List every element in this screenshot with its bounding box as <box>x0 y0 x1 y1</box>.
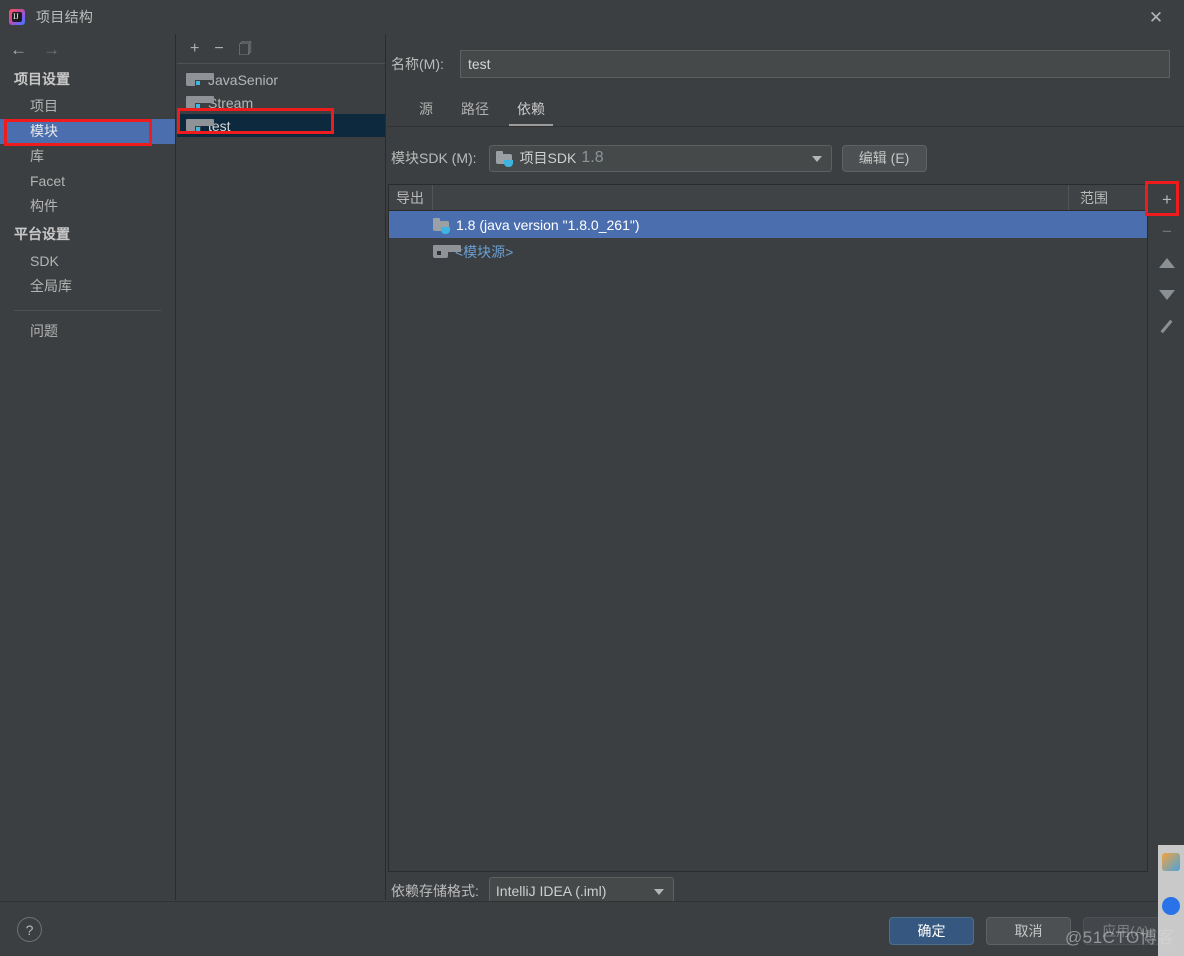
dependencies-toolbar: + − <box>1150 184 1184 872</box>
column-header-export[interactable]: 导出 <box>389 185 433 210</box>
sidebar-group-platform-settings: 平台设置 <box>14 226 70 242</box>
plus-icon[interactable]: + <box>1153 187 1181 211</box>
copy-icon[interactable]: 🗍 <box>239 42 252 55</box>
app-shortcut-icon[interactable] <box>1162 853 1180 871</box>
sidebar-divider <box>14 310 161 311</box>
modules-panel: + − 🗍 JavaSenior Stream test <box>177 34 386 900</box>
app-shortcut-icon[interactable] <box>1162 897 1180 915</box>
list-item[interactable]: Stream <box>177 91 385 114</box>
list-item-label: Stream <box>208 94 254 111</box>
sidebar-item-facets[interactable]: Facet <box>0 169 175 194</box>
table-row-label: 1.8 (java version "1.8.0_261") <box>456 216 640 233</box>
table-row[interactable]: <模块源> <box>389 238 1147 265</box>
window-title: 项目结构 <box>36 9 94 25</box>
arrow-up-icon[interactable] <box>1153 251 1181 275</box>
chevron-down-icon <box>811 156 822 162</box>
sidebar-group-project-settings: 项目设置 <box>14 71 70 87</box>
table-header: 导出 范围 <box>389 185 1147 211</box>
edit-sdk-button[interactable]: 编辑 (E) <box>841 144 927 172</box>
module-sdk-label: 模块SDK (M): <box>391 150 477 166</box>
sidebar-item-problems[interactable]: 问题 <box>0 319 175 344</box>
settings-sidebar: ← → 项目设置 项目 模块 库 Facet 构件 平台设置 SDK 全局库 问… <box>0 34 176 900</box>
sidebar-item-modules[interactable]: 模块 <box>0 119 175 144</box>
arrow-down-icon[interactable] <box>1153 283 1181 307</box>
dependencies-table: 导出 范围 1.8 (java version "1.8.0_261") <模块… <box>388 184 1148 872</box>
tab-dependencies[interactable]: 依赖 <box>503 99 559 126</box>
module-name-label: 名称(M): <box>391 56 444 72</box>
sidebar-nav: ← → <box>0 34 175 64</box>
dialog-footer: ? 确定 取消 应用(A) <box>0 901 1184 956</box>
close-icon[interactable]: ✕ <box>1144 6 1168 28</box>
modules-toolbar: + − 🗍 <box>177 34 385 64</box>
module-source-icon <box>433 245 461 258</box>
sidebar-item-sdks[interactable]: SDK <box>0 249 175 274</box>
arrow-left-icon[interactable]: ← <box>10 41 27 58</box>
table-row[interactable]: 1.8 (java version "1.8.0_261") <box>389 211 1147 238</box>
list-item-selected[interactable]: test <box>177 114 385 137</box>
chevron-down-icon <box>653 888 664 895</box>
arrow-right-icon[interactable]: → <box>43 41 60 58</box>
module-sdk-dropdown[interactable]: 项目SDK 1.8 <box>488 144 832 172</box>
tab-paths[interactable]: 路径 <box>447 99 503 126</box>
tab-sources[interactable]: 源 <box>405 99 447 126</box>
storage-format-dropdown[interactable]: IntelliJ IDEA (.iml) <box>488 877 674 904</box>
storage-format-value: IntelliJ IDEA (.iml) <box>495 882 607 899</box>
cancel-button[interactable]: 取消 <box>986 917 1071 945</box>
table-row-label: <模块源> <box>455 243 514 260</box>
question-mark-icon[interactable]: ? <box>17 917 42 942</box>
column-header-scope[interactable]: 范围 <box>1069 185 1147 210</box>
list-item[interactable]: JavaSenior <box>177 68 385 91</box>
sidebar-item-global-libraries[interactable]: 全局库 <box>0 274 175 299</box>
column-header-name <box>433 185 1069 210</box>
module-sdk-row: 模块SDK (M): 项目SDK 1.8 编辑 (E) <box>387 143 1184 173</box>
ok-button[interactable]: 确定 <box>889 917 974 945</box>
module-folder-icon <box>186 119 214 132</box>
list-item-label: JavaSenior <box>208 71 279 88</box>
minus-icon[interactable]: − <box>1153 219 1181 243</box>
sdk-folder-icon <box>495 151 513 167</box>
module-folder-icon <box>186 73 214 86</box>
module-name-input[interactable] <box>460 50 1170 78</box>
plus-icon[interactable]: + <box>190 40 199 57</box>
pencil-icon[interactable] <box>1153 315 1181 339</box>
project-structure-dialog: IJ 项目结构 ✕ ← → 项目设置 项目 模块 库 Facet 构件 平台设置… <box>0 0 1184 956</box>
module-folder-icon <box>186 96 214 109</box>
minus-icon[interactable]: − <box>214 40 223 57</box>
jdk-folder-icon <box>433 217 450 234</box>
storage-format-label: 依赖存储格式: <box>391 882 479 899</box>
sidebar-item-libraries[interactable]: 库 <box>0 144 175 169</box>
sidebar-item-project[interactable]: 项目 <box>0 94 175 119</box>
module-sdk-value: 项目SDK <box>519 150 577 166</box>
module-detail-panel: 名称(M): 源 路径 依赖 模块SDK (M): 项目SDK 1.8 编辑 (… <box>387 34 1184 904</box>
sidebar-item-artifacts[interactable]: 构件 <box>0 194 175 219</box>
module-name-row: 名称(M): <box>387 48 1184 80</box>
storage-format-row: 依赖存储格式: IntelliJ IDEA (.iml) <box>391 877 674 904</box>
detail-tabs: 源 路径 依赖 <box>387 93 1184 127</box>
module-sdk-version: 1.8 <box>581 149 604 166</box>
modules-list: JavaSenior Stream test <box>177 64 385 137</box>
intellij-idea-logo-icon: IJ <box>9 9 25 25</box>
title-bar: IJ 项目结构 ✕ <box>0 0 1184 34</box>
watermark: @51CTO博客 <box>1065 928 1175 947</box>
